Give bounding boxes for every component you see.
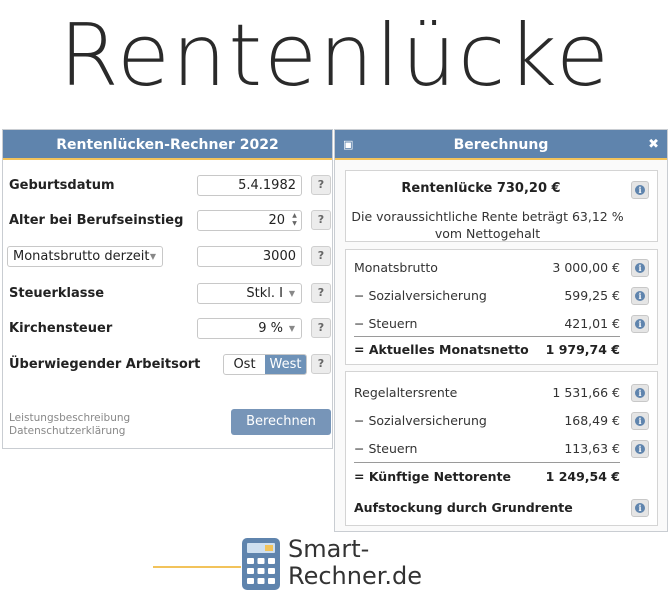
standard-pension-label: Regelaltersrente [354,385,458,400]
future-net-pension-value: 1 249,54 € [545,469,620,484]
taxes-value: 421,01 € [564,316,620,331]
career-start-age-input[interactable]: 20 ▲ ▼ [197,210,302,231]
chevron-down-icon: ▼ [149,252,156,261]
income-type-select[interactable]: Monatsbrutto derzeit ▼ [7,246,163,267]
workplace-help-button[interactable]: ? [311,354,331,374]
career-start-age-label: Alter bei Berufseinstieg [9,213,184,228]
info-icon[interactable] [631,440,649,458]
chevron-down-icon: ▼ [288,289,295,298]
info-icon[interactable] [631,412,649,430]
tax-class-help-button[interactable]: ? [311,283,331,303]
brand-logo-text: Smart- Rechner.de [288,536,422,590]
future-net-pension-row: = Künftige Nettorente 1 249,54 € [354,466,620,488]
current-net-label: = Aktuelles Monatsnetto [354,342,529,357]
church-tax-value: 9 % [258,321,283,336]
tax-class-value: Stkl. I [246,286,283,301]
pension-ratio-text: Die voraussichtliche Rente beträgt 63,12… [351,209,624,241]
workplace-toggle[interactable]: Ost West [223,354,307,375]
brand-logo-line-1: Smart- [288,535,370,563]
spinner-arrows-icon[interactable]: ▲ ▼ [290,212,299,228]
result-panel-header: ▣ Berechnung ✖ [335,130,667,160]
workplace-option-west[interactable]: West [265,355,306,374]
standard-pension-value: 1 531,66 € [552,385,620,400]
footer-links: Leistungsbeschreibung Datenschutzerkläru… [9,412,130,438]
pension-social-insurance-row: − Sozialversicherung 168,49 € [354,410,620,432]
calculator-icon [242,538,280,590]
basic-pension-top-up-label: Aufstockung durch Grundrente [354,500,573,515]
chevron-down-icon: ▼ [288,324,295,333]
result-panel-title: Berechnung [453,137,549,153]
info-icon[interactable] [631,384,649,402]
current-income-box: Monatsbrutto 3 000,00 € − Sozialversiche… [345,249,658,365]
church-tax-help-button[interactable]: ? [311,318,331,338]
summary-box: Rentenlücke 730,20 € Die voraussichtlich… [345,170,658,242]
social-insurance-value: 599,25 € [564,288,620,303]
gross-income-label: Monatsbrutto [354,260,438,275]
church-tax-label: Kirchensteuer [9,321,113,336]
standard-pension-row: Regelaltersrente 1 531,66 € [354,382,620,404]
current-net-row: = Aktuelles Monatsnetto 1 979,74 € [354,339,620,361]
tax-class-row: Steuerklasse Stkl. I ▼ ? [7,283,331,307]
income-type-value: Monatsbrutto derzeit [13,249,150,264]
career-start-age-row: Alter bei Berufseinstieg 20 ▲ ▼ ? [7,210,331,234]
pension-taxes-row: − Steuern 113,63 € [354,438,620,460]
social-insurance-label: − Sozialversicherung [354,288,487,303]
calculate-button[interactable]: Berechnen [231,409,331,435]
workplace-option-ost[interactable]: Ost [224,355,265,374]
hero-title: Rentenlücke [59,6,611,106]
info-icon[interactable] [631,315,649,333]
pension-gap-title: Rentenlücke 730,20 € [401,181,561,196]
church-tax-row: Kirchensteuer 9 % ▼ ? [7,318,331,342]
info-icon[interactable] [631,181,649,199]
divider [354,336,620,337]
taxes-label: − Steuern [354,316,418,331]
income-help-button[interactable]: ? [311,246,331,266]
social-insurance-row: − Sozialversicherung 599,25 € [354,285,620,307]
print-icon[interactable]: ▣ [343,130,353,160]
future-net-pension-label: = Künftige Nettorente [354,469,512,484]
gross-income-value: 3 000,00 € [552,260,620,275]
birthdate-label: Geburtsdatum [9,178,115,193]
service-description-link[interactable]: Leistungsbeschreibung [9,412,130,425]
taxes-row: − Steuern 421,01 € [354,313,620,335]
divider [354,462,620,463]
basic-pension-top-up-row: Aufstockung durch Grundrente [354,497,620,519]
info-icon[interactable] [631,287,649,305]
career-start-age-value: 20 [268,213,285,228]
pension-social-insurance-label: − Sozialversicherung [354,413,487,428]
workplace-row: Überwiegender Arbeitsort Ost West ? [7,354,331,378]
pension-taxes-label: − Steuern [354,441,418,456]
info-icon[interactable] [631,499,649,517]
calculator-panel-title: Rentenlücken-Rechner 2022 [3,130,332,160]
birthdate-help-button[interactable]: ? [311,175,331,195]
tax-class-select[interactable]: Stkl. I ▼ [197,283,302,304]
logo-accent-line [153,566,241,568]
income-row: Monatsbrutto derzeit ▼ 3000 ? [7,246,331,270]
birthdate-input[interactable]: 5.4.1982 [197,175,302,196]
close-icon[interactable]: ✖ [648,130,659,160]
pension-taxes-value: 113,63 € [564,441,620,456]
birthdate-row: Geburtsdatum 5.4.1982 ? [7,175,331,199]
calculator-panel: Rentenlücken-Rechner 2022 Geburtsdatum 5… [2,129,333,449]
privacy-link[interactable]: Datenschutzerklärung [9,425,130,438]
future-pension-box: Regelaltersrente 1 531,66 € − Sozialvers… [345,371,658,526]
gross-income-row: Monatsbrutto 3 000,00 € [354,257,620,279]
career-start-age-help-button[interactable]: ? [311,210,331,230]
info-icon[interactable] [631,259,649,277]
current-net-value: 1 979,74 € [545,342,620,357]
pension-social-insurance-value: 168,49 € [564,413,620,428]
result-panel: ▣ Berechnung ✖ Rentenlücke 730,20 € Die … [334,129,668,532]
brand-logo-line-2: Rechner.de [288,562,423,590]
workplace-label: Überwiegender Arbeitsort [9,357,201,372]
tax-class-label: Steuerklasse [9,286,105,301]
income-input[interactable]: 3000 [197,246,302,267]
church-tax-select[interactable]: 9 % ▼ [197,318,302,339]
